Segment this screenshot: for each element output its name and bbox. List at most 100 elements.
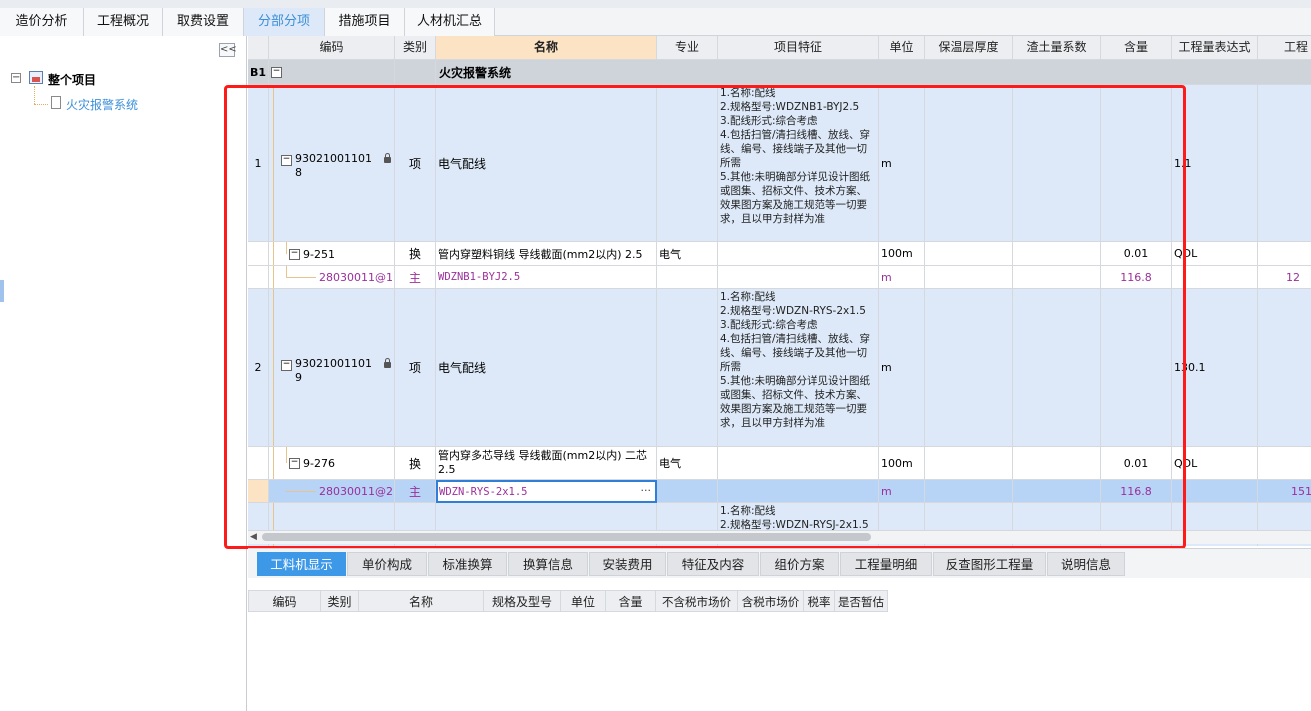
tab-quantity-detail[interactable]: 工程量明细 [840, 552, 932, 576]
col-header-code[interactable]: 编码 [269, 36, 395, 60]
soil-factor-cell[interactable] [1013, 266, 1101, 289]
expand-toggle[interactable]: − [271, 66, 282, 78]
col-header-type[interactable]: 类别 [395, 36, 436, 60]
bottom-col-code[interactable]: 编码 [248, 590, 321, 612]
tab-fee-settings[interactable]: 取费设置 [163, 8, 244, 36]
insulation-cell[interactable] [925, 242, 1013, 266]
more-icon[interactable]: ··· [641, 484, 652, 497]
collapse-toggle[interactable]: − [289, 249, 300, 260]
name-cell[interactable]: 电气配线 [436, 85, 657, 242]
content-cell[interactable] [1101, 85, 1172, 242]
tab-description[interactable]: 说明信息 [1047, 552, 1125, 576]
col-header-soil-factor[interactable]: 渣土量系数 [1013, 36, 1101, 60]
soil-factor-cell[interactable] [1013, 289, 1101, 447]
quantity-cell[interactable] [1258, 85, 1311, 242]
content-cell[interactable]: 0.01 [1101, 242, 1172, 266]
unit-cell[interactable]: m [879, 85, 925, 242]
profession-cell[interactable]: 电气 [657, 447, 718, 480]
scrollbar-thumb[interactable] [262, 533, 871, 541]
expression-cell[interactable] [1172, 480, 1258, 503]
expression-cell[interactable]: 1.1 [1172, 85, 1258, 242]
name-cell[interactable]: 管内穿多芯导线 导线截面(mm2以内) 二芯 2.5 [436, 447, 657, 480]
code-cell[interactable]: 28030011@1 [269, 266, 395, 289]
expression-cell[interactable] [1172, 266, 1258, 289]
profession-cell[interactable] [657, 266, 718, 289]
tab-conversion-info[interactable]: 换算信息 [508, 552, 588, 576]
profession-cell[interactable] [657, 85, 718, 242]
feature-cell[interactable]: 1.名称:配线 2.规格型号:WDZN-RYS-2x1.5 3.配线形式:综合考… [718, 289, 879, 447]
insulation-cell[interactable] [925, 447, 1013, 480]
col-header-content[interactable]: 含量 [1101, 36, 1172, 60]
name-cell[interactable]: WDZNB1-BYJ2.5 [436, 266, 657, 289]
unit-cell[interactable]: m [879, 480, 925, 503]
bottom-col-unit[interactable]: 单位 [561, 590, 606, 612]
type-cell[interactable]: 主 [395, 266, 436, 289]
tree-collapse-toggle[interactable]: − [11, 73, 21, 83]
bottom-col-type[interactable]: 类别 [321, 590, 359, 612]
type-cell[interactable]: 项 [395, 289, 436, 447]
tab-install-fee[interactable]: 安装费用 [589, 552, 666, 576]
expression-cell[interactable]: QDL [1172, 447, 1258, 480]
col-header-insulation[interactable]: 保温层厚度 [925, 36, 1013, 60]
col-header-profession[interactable]: 专业 [657, 36, 718, 60]
name-cell[interactable]: 电气配线 [436, 289, 657, 447]
bottom-col-provisional[interactable]: 是否暂估 [835, 590, 888, 612]
feature-cell[interactable] [718, 266, 879, 289]
col-header-quantity[interactable]: 工程量 [1258, 36, 1311, 60]
col-header-expression[interactable]: 工程量表达式 [1172, 36, 1258, 60]
type-cell[interactable]: 项 [395, 85, 436, 242]
tab-graphic-quantity[interactable]: 反查图形工程量 [933, 552, 1046, 576]
tab-measures[interactable]: 措施项目 [325, 8, 405, 36]
tab-pricing-plan[interactable]: 组价方案 [760, 552, 839, 576]
col-header-unit[interactable]: 单位 [879, 36, 925, 60]
tab-resource-summary[interactable]: 人材机汇总 [405, 8, 495, 36]
scroll-left-arrow-icon[interactable]: ◀ [250, 532, 257, 542]
col-header-name[interactable]: 名称 [436, 36, 657, 60]
type-cell[interactable]: 换 [395, 242, 436, 266]
collapse-panel-button[interactable]: << [219, 43, 237, 57]
name-edit-cell[interactable]: WDZN-RYS-2x1.5 ··· [436, 480, 657, 503]
quantity-cell[interactable] [1258, 447, 1311, 480]
feature-cell[interactable] [718, 242, 879, 266]
insulation-cell[interactable] [925, 480, 1013, 503]
insulation-cell[interactable] [925, 289, 1013, 447]
insulation-cell[interactable] [925, 85, 1013, 242]
name-cell[interactable]: 管内穿塑料铜线 导线截面(mm2以内) 2.5 [436, 242, 657, 266]
profession-cell[interactable] [657, 480, 718, 503]
profession-cell[interactable]: 电气 [657, 242, 718, 266]
bottom-col-name[interactable]: 名称 [359, 590, 484, 612]
type-cell[interactable]: 主 [395, 480, 436, 503]
collapse-toggle[interactable]: − [281, 360, 292, 371]
tree-root-label[interactable]: 整个项目 [48, 71, 96, 88]
feature-cell[interactable] [718, 480, 879, 503]
content-cell[interactable]: 116.8 [1101, 480, 1172, 503]
tab-sub-items[interactable]: 分部分项 [244, 8, 325, 36]
quantity-cell[interactable]: 12 [1258, 266, 1311, 289]
col-header-feature[interactable]: 项目特征 [718, 36, 879, 60]
insulation-cell[interactable] [925, 266, 1013, 289]
expression-cell[interactable]: QDL [1172, 242, 1258, 266]
quantity-cell[interactable] [1258, 242, 1311, 266]
feature-cell[interactable] [718, 447, 879, 480]
tree-item-fire-alarm[interactable]: 火灾报警系统 [66, 96, 138, 113]
unit-cell[interactable]: 100m [879, 447, 925, 480]
bottom-col-spec[interactable]: 规格及型号 [484, 590, 561, 612]
soil-factor-cell[interactable] [1013, 480, 1101, 503]
code-cell[interactable]: − 93021001101 9 [269, 289, 395, 447]
collapse-toggle[interactable]: − [289, 458, 300, 469]
type-cell[interactable]: 换 [395, 447, 436, 480]
tab-standard-conversion[interactable]: 标准换算 [428, 552, 507, 576]
tab-feature-content[interactable]: 特征及内容 [667, 552, 759, 576]
quantity-cell[interactable] [1258, 289, 1311, 447]
expression-cell[interactable]: 130.1 [1172, 289, 1258, 447]
unit-cell[interactable]: m [879, 289, 925, 447]
soil-factor-cell[interactable] [1013, 447, 1101, 480]
code-cell[interactable]: 28030011@2 [269, 480, 395, 503]
unit-cell[interactable]: 100m [879, 242, 925, 266]
content-cell[interactable]: 116.8 [1101, 266, 1172, 289]
tab-unit-price[interactable]: 单价构成 [347, 552, 427, 576]
bottom-col-content[interactable]: 含量 [606, 590, 656, 612]
soil-factor-cell[interactable] [1013, 242, 1101, 266]
unit-cell[interactable]: m [879, 266, 925, 289]
feature-cell[interactable]: 1.名称:配线 2.规格型号:WDZNB1-BYJ2.5 3.配线形式:综合考虑… [718, 85, 879, 242]
